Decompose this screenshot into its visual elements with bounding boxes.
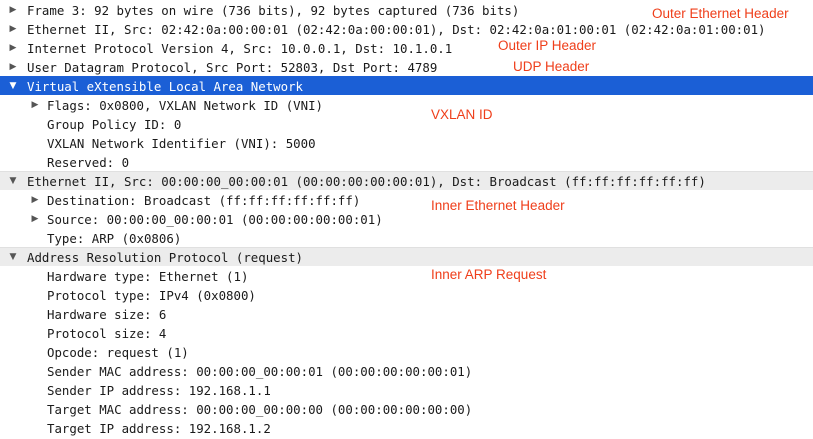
tree-row-label: Protocol type: IPv4 (0x0800): [47, 288, 256, 303]
tree-row-sender-mac[interactable]: Sender MAC address: 00:00:00_00:00:01 (0…: [0, 361, 813, 380]
annotation-udp-header: UDP Header: [513, 59, 590, 74]
tree-row-opcode[interactable]: Opcode: request (1): [0, 342, 813, 361]
annotation-vxlan-id: VXLAN ID: [431, 107, 493, 122]
tree-row-outer-ipv4[interactable]: ▶ Internet Protocol Version 4, Src: 10.0…: [0, 38, 813, 57]
tree-row-eth-type[interactable]: Type: ARP (0x0806): [0, 228, 813, 247]
tree-row-hardware-type[interactable]: Hardware type: Ethernet (1): [0, 266, 813, 285]
packet-details-tree: ▶ Frame 3: 92 bytes on wire (736 bits), …: [0, 0, 813, 437]
tree-row-label: Hardware size: 6: [47, 307, 167, 322]
triangle-down-icon[interactable]: ▼: [6, 248, 20, 267]
tree-row-group-policy-id[interactable]: Group Policy ID: 0: [0, 114, 813, 133]
tree-row-label: Opcode: request (1): [47, 345, 189, 360]
tree-row-label: Group Policy ID: 0: [47, 117, 182, 132]
tree-row-vni[interactable]: VXLAN Network Identifier (VNI): 5000: [0, 133, 813, 152]
tree-row-target-ip[interactable]: Target IP address: 192.168.1.2: [0, 418, 813, 437]
triangle-right-icon[interactable]: ▶: [28, 96, 42, 115]
tree-row-label: Source: 00:00:00_00:00:01 (00:00:00:00:0…: [47, 212, 383, 227]
tree-row-label: User Datagram Protocol, Src Port: 52803,…: [27, 60, 438, 75]
triangle-down-icon[interactable]: ▼: [6, 77, 20, 96]
tree-row-label: Reserved: 0: [47, 155, 130, 170]
triangle-right-icon[interactable]: ▶: [28, 191, 42, 210]
tree-row-reserved[interactable]: Reserved: 0: [0, 152, 813, 171]
tree-row-label: Destination: Broadcast (ff:ff:ff:ff:ff:f…: [47, 193, 361, 208]
tree-row-label: Protocol size: 4: [47, 326, 167, 341]
tree-row-label: Type: ARP (0x0806): [47, 231, 182, 246]
tree-row-eth-destination[interactable]: ▶ Destination: Broadcast (ff:ff:ff:ff:ff…: [0, 190, 813, 209]
tree-row-udp[interactable]: ▶ User Datagram Protocol, Src Port: 5280…: [0, 57, 813, 76]
triangle-right-icon[interactable]: ▶: [6, 39, 20, 58]
tree-row-protocol-type[interactable]: Protocol type: IPv4 (0x0800): [0, 285, 813, 304]
annotation-inner-arp-request: Inner ARP Request: [431, 267, 547, 282]
tree-row-inner-ethernet[interactable]: ▼ Ethernet II, Src: 00:00:00_00:00:01 (0…: [0, 171, 813, 190]
tree-row-label: Hardware type: Ethernet (1): [47, 269, 249, 284]
tree-row-arp[interactable]: ▼ Address Resolution Protocol (request): [0, 247, 813, 266]
tree-row-outer-ethernet[interactable]: ▶ Ethernet II, Src: 02:42:0a:00:00:01 (0…: [0, 19, 813, 38]
triangle-down-icon[interactable]: ▼: [6, 172, 20, 191]
annotation-inner-ethernet-header: Inner Ethernet Header: [431, 198, 565, 213]
tree-row-vxlan[interactable]: ▼ Virtual eXtensible Local Area Network: [0, 76, 813, 95]
tree-row-label: Ethernet II, Src: 02:42:0a:00:00:01 (02:…: [27, 22, 766, 37]
tree-row-eth-source[interactable]: ▶ Source: 00:00:00_00:00:01 (00:00:00:00…: [0, 209, 813, 228]
tree-row-label: Sender MAC address: 00:00:00_00:00:01 (0…: [47, 364, 473, 379]
tree-row-label: Frame 3: 92 bytes on wire (736 bits), 92…: [27, 3, 520, 18]
tree-row-label: Ethernet II, Src: 00:00:00_00:00:01 (00:…: [27, 174, 706, 189]
tree-row-hardware-size[interactable]: Hardware size: 6: [0, 304, 813, 323]
triangle-right-icon[interactable]: ▶: [28, 210, 42, 229]
tree-row-label: Internet Protocol Version 4, Src: 10.0.0…: [27, 41, 453, 56]
tree-row-label: Flags: 0x0800, VXLAN Network ID (VNI): [47, 98, 324, 113]
tree-row-label: Target IP address: 192.168.1.2: [47, 421, 271, 436]
annotation-outer-ethernet-header: Outer Ethernet Header: [652, 6, 789, 21]
tree-row-sender-ip[interactable]: Sender IP address: 192.168.1.1: [0, 380, 813, 399]
tree-row-label: Virtual eXtensible Local Area Network: [27, 79, 304, 94]
triangle-right-icon[interactable]: ▶: [6, 20, 20, 39]
tree-row-label: Sender IP address: 192.168.1.1: [47, 383, 271, 398]
tree-row-target-mac[interactable]: Target MAC address: 00:00:00_00:00:00 (0…: [0, 399, 813, 418]
tree-row-vxlan-flags[interactable]: ▶ Flags: 0x0800, VXLAN Network ID (VNI): [0, 95, 813, 114]
tree-row-protocol-size[interactable]: Protocol size: 4: [0, 323, 813, 342]
tree-row-label: Address Resolution Protocol (request): [27, 250, 304, 265]
tree-row-label: VXLAN Network Identifier (VNI): 5000: [47, 136, 316, 151]
annotation-outer-ip-header: Outer IP Header: [498, 38, 597, 53]
triangle-right-icon[interactable]: ▶: [6, 1, 20, 20]
triangle-right-icon[interactable]: ▶: [6, 58, 20, 77]
tree-row-label: Target MAC address: 00:00:00_00:00:00 (0…: [47, 402, 473, 417]
